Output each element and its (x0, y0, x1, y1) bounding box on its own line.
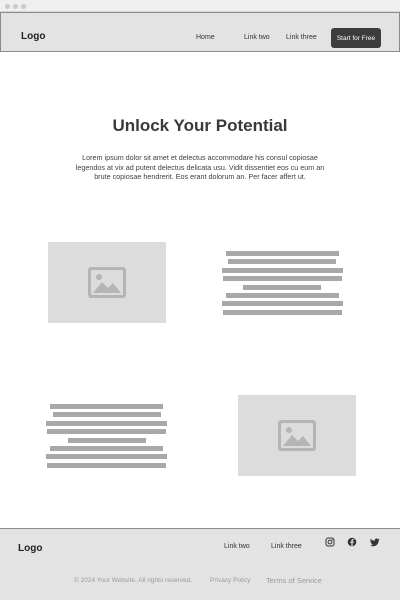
instagram-icon[interactable] (325, 537, 335, 547)
text-line (50, 404, 163, 409)
footer-link-three[interactable]: Link three (271, 543, 302, 550)
hero-title: Unlock Your Potential (112, 116, 288, 135)
terms-of-service-link[interactable]: Terms of Service (266, 576, 322, 585)
image-placeholder (48, 242, 166, 323)
text-line (222, 301, 343, 306)
browser-titlebar (0, 0, 400, 12)
facebook-icon[interactable] (347, 537, 357, 547)
text-line (226, 293, 339, 298)
text-line (223, 310, 342, 315)
hero-description: Lorem ipsum dolor sit amet et delectus a… (75, 153, 325, 181)
text-line (46, 421, 167, 426)
twitter-icon[interactable] (370, 537, 380, 547)
page: Logo Home Link two Link three Start for … (0, 0, 400, 600)
window-maximize-dot[interactable] (21, 4, 26, 9)
window-minimize-dot[interactable] (13, 4, 18, 9)
copyright-text: © 2024 Your Website. All rights reserved… (74, 577, 193, 584)
nav-link-home[interactable]: Home (196, 34, 215, 41)
privacy-policy-link[interactable]: Privacy Policy (210, 577, 250, 584)
text-line (50, 446, 163, 451)
site-footer: Logo Link two Link three © 2024 Your Web… (0, 528, 400, 600)
text-line (47, 463, 166, 468)
start-for-free-button[interactable]: Start for Free (331, 28, 381, 48)
image-placeholder-icon (278, 420, 316, 451)
text-line (222, 268, 343, 273)
footer-logo[interactable]: Logo (18, 543, 42, 554)
text-line (47, 429, 166, 434)
text-line (46, 454, 167, 459)
header-logo[interactable]: Logo (21, 31, 45, 42)
text-line (68, 438, 146, 443)
site-header: Logo Home Link two Link three Start for … (0, 12, 400, 52)
image-placeholder-icon (88, 267, 126, 298)
image-placeholder (238, 395, 356, 476)
text-line (53, 412, 161, 417)
nav-link-two[interactable]: Link two (244, 34, 270, 41)
text-line (228, 259, 336, 264)
footer-link-two[interactable]: Link two (224, 543, 250, 550)
text-line (223, 276, 342, 281)
window-close-dot[interactable] (5, 4, 10, 9)
nav-link-three[interactable]: Link three (286, 34, 317, 41)
text-line (243, 285, 321, 290)
text-line (226, 251, 339, 256)
